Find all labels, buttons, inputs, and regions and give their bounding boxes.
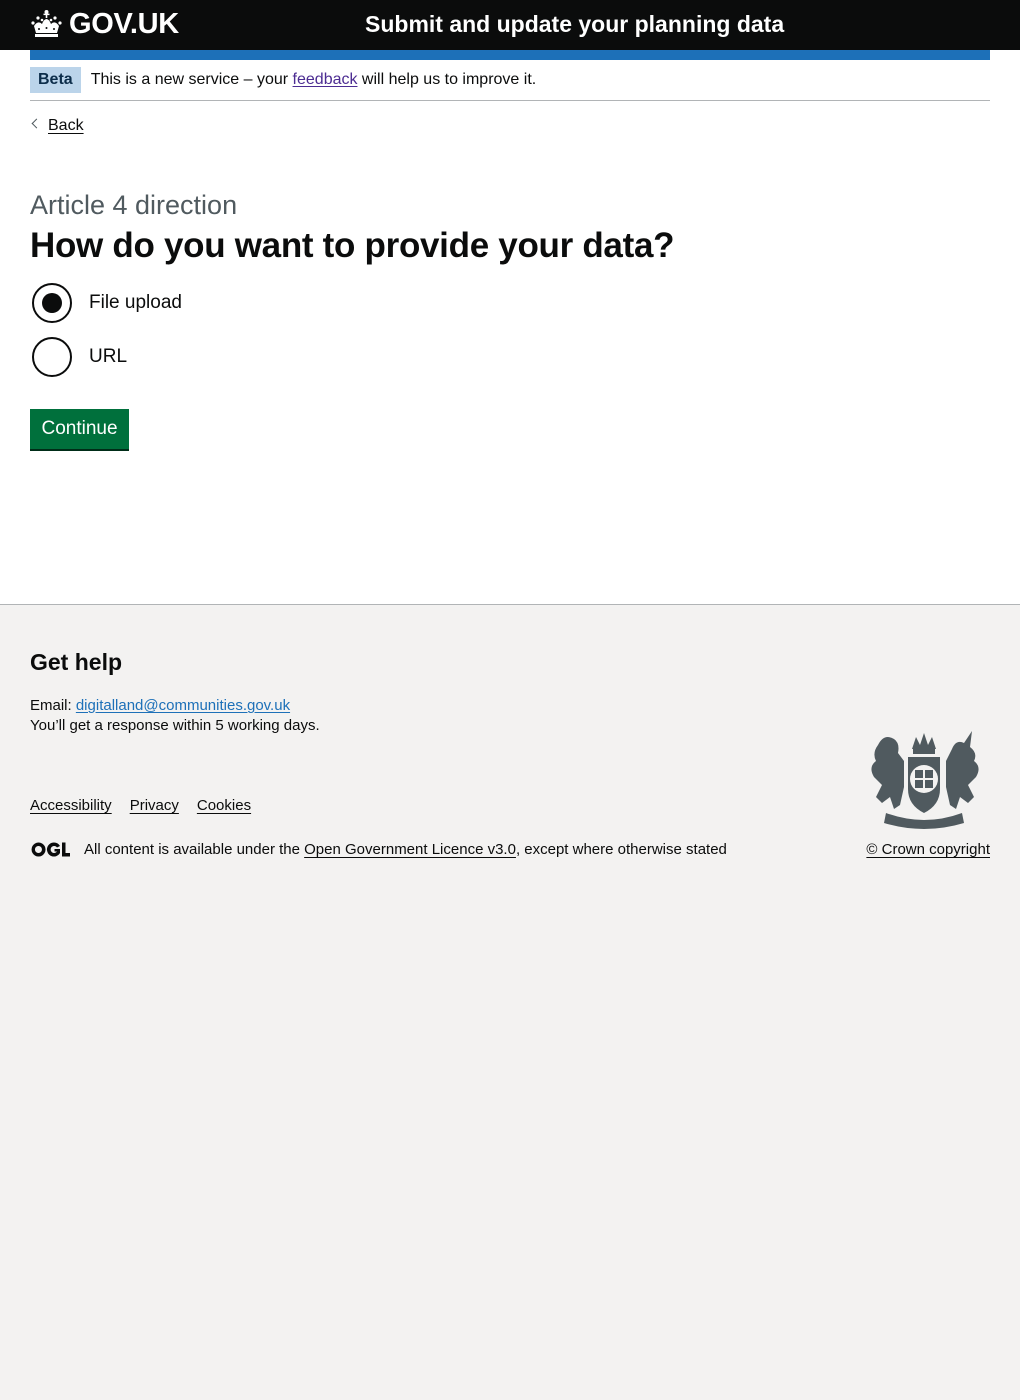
email-link[interactable]: digitalland@communities.gov.uk: [76, 697, 290, 714]
phase-banner-text: This is a new service – your feedback wi…: [91, 71, 537, 89]
chevron-left-icon: [31, 118, 42, 128]
licence-notice: All content is available under the Open …: [30, 841, 727, 858]
header-blue-bar: [30, 50, 990, 60]
phase-text-before: This is a new service – your: [90, 71, 293, 88]
footer-heading: Get help: [30, 649, 123, 675]
site-header: GOV.UK Submit and update your planning d…: [0, 0, 1020, 50]
service-name-link[interactable]: Submit and update your planning data: [365, 11, 784, 38]
site-footer: Get help Email: digitalland@communities.…: [0, 604, 1020, 1400]
footer-email: Email: digitalland@communities.gov.uk: [30, 697, 290, 714]
accessibility-link[interactable]: Accessibility: [30, 797, 112, 814]
logo-text: GOV.UK: [69, 7, 179, 40]
royal-crest-icon: [871, 731, 979, 829]
page-main: GOV.UK Submit and update your planning d…: [0, 0, 1020, 604]
licence-text-before: All content is available under the: [84, 841, 305, 858]
email-label: Email:: [30, 697, 76, 714]
radio-button[interactable]: [32, 337, 72, 377]
radio-button-selected[interactable]: [32, 283, 72, 323]
phase-text-after: will help us to improve it.: [357, 71, 537, 88]
ogl-link[interactable]: Open Government Licence v3.0: [304, 841, 516, 858]
privacy-link[interactable]: Privacy: [130, 797, 179, 814]
radio-url[interactable]: URL: [32, 337, 127, 377]
crown-icon: [31, 9, 62, 37]
radio-label[interactable]: File upload: [89, 292, 182, 314]
feedback-link[interactable]: feedback: [293, 71, 358, 88]
back-link[interactable]: Back: [30, 116, 84, 136]
radio-label[interactable]: URL: [89, 346, 127, 368]
back-link-label: Back: [48, 117, 84, 134]
phase-banner: Beta This is a new service – your feedba…: [30, 60, 990, 101]
beta-tag: Beta: [30, 67, 81, 93]
page-caption: Article 4 direction: [30, 190, 238, 220]
page-title: How do you want to provide your data?: [30, 226, 675, 265]
footer-links: Accessibility Privacy Cookies: [30, 797, 269, 814]
continue-button[interactable]: Continue: [30, 409, 129, 449]
cookies-link[interactable]: Cookies: [197, 797, 251, 814]
crown-copyright-link[interactable]: © Crown copyright: [866, 841, 990, 858]
licence-text-after: , except where otherwise stated: [515, 841, 727, 858]
crown-copyright: © Crown copyright: [866, 841, 990, 858]
licence-text: All content is available under the Open …: [84, 841, 727, 858]
govuk-logo-link[interactable]: GOV.UK: [30, 6, 179, 42]
ogl-logo-icon: [31, 842, 70, 857]
footer-response-text: You’ll get a response within 5 working d…: [30, 717, 320, 734]
radio-file-upload[interactable]: File upload: [32, 283, 182, 323]
